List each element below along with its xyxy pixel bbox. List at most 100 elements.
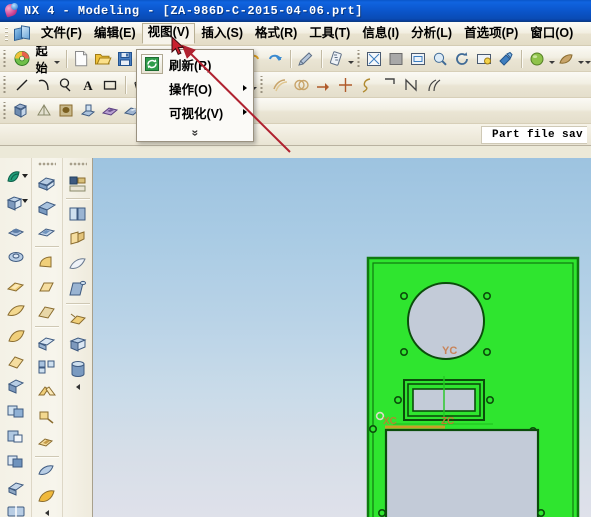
history-icon[interactable] — [65, 251, 91, 276]
start-dropdown-arrow[interactable] — [54, 48, 60, 69]
sketch-tool-dropdown-arrow[interactable] — [21, 174, 28, 178]
revolve-feature-icon[interactable] — [3, 244, 29, 269]
hole-icon[interactable] — [55, 100, 77, 121]
submenu-arrow-visualization[interactable] — [243, 109, 247, 115]
menu-information[interactable]: 信息(I) — [356, 24, 405, 44]
roll-icon[interactable] — [65, 276, 91, 301]
menu-expand-chevron-icon[interactable] — [137, 124, 253, 141]
paint-icon[interactable] — [495, 48, 517, 69]
blend-icon[interactable] — [34, 249, 60, 274]
new-file-icon[interactable] — [70, 48, 92, 69]
menu-insert[interactable]: 插入(S) — [195, 24, 249, 44]
hollow-icon[interactable] — [34, 329, 60, 354]
rotate-icon[interactable] — [451, 48, 473, 69]
save-file-icon[interactable] — [114, 48, 136, 69]
project-icon[interactable] — [312, 74, 334, 95]
bridge-curve-icon[interactable] — [422, 74, 444, 95]
draft-icon[interactable] — [34, 299, 60, 324]
menu-edit[interactable]: 编辑(E) — [88, 24, 142, 44]
start-button[interactable]: 起始 — [10, 44, 62, 75]
toolbar-standard-grip[interactable] — [2, 49, 7, 68]
web-icon[interactable] — [65, 306, 91, 331]
submenu-arrow-operation[interactable] — [243, 85, 247, 91]
sketch-tool-icon[interactable] — [3, 165, 29, 190]
cylinder-icon[interactable] — [65, 356, 91, 381]
datum-plane-icon[interactable] — [3, 190, 29, 215]
resource-column-3-collapse[interactable] — [63, 381, 92, 393]
trim-body-icon[interactable] — [3, 473, 29, 498]
sweep-icon[interactable] — [3, 273, 29, 298]
intersect-icon[interactable] — [290, 74, 312, 95]
datum-plane-dropdown-arrow[interactable] — [21, 199, 28, 203]
taper-icon[interactable] — [3, 348, 29, 373]
toolbar-curve-grip[interactable] — [2, 75, 8, 94]
shade-style-icon[interactable] — [555, 48, 577, 69]
resource-column-2-grip[interactable] — [38, 162, 56, 167]
pan-icon[interactable] — [473, 48, 495, 69]
menu-item-visualization[interactable]: 可视化(V) — [137, 100, 253, 124]
assembly-icon[interactable] — [65, 171, 91, 196]
arc-icon[interactable] — [33, 74, 55, 95]
sketch-pen-icon[interactable] — [295, 48, 317, 69]
offset-face-icon[interactable] — [34, 429, 60, 454]
zoom-window-icon[interactable] — [407, 48, 429, 69]
toolbar-overflow-arrow[interactable] — [584, 48, 591, 69]
pocket-icon[interactable] — [99, 100, 121, 121]
chamfer-icon[interactable] — [34, 274, 60, 299]
block-icon[interactable] — [11, 100, 33, 121]
rectangle-icon[interactable] — [99, 74, 121, 95]
menu-item-operation[interactable]: 操作(O) — [137, 76, 253, 100]
scale-icon[interactable] — [34, 404, 60, 429]
graphics-window[interactable]: YC XC ZC — [93, 158, 591, 517]
measure-dropdown-arrow[interactable] — [348, 48, 355, 69]
resource-column-2-collapse[interactable] — [32, 508, 62, 517]
part-navigator-icon[interactable] — [65, 226, 91, 251]
open-file-icon[interactable] — [92, 48, 114, 69]
toolbar-view-grip[interactable] — [355, 49, 361, 68]
shell-icon[interactable] — [3, 373, 29, 398]
boss-icon[interactable] — [77, 100, 99, 121]
box-icon[interactable] — [65, 331, 91, 356]
unite-icon[interactable] — [3, 398, 29, 423]
render-style-dropdown-arrow[interactable] — [548, 48, 555, 69]
menubar-grip[interactable] — [3, 24, 10, 43]
law-curve-icon[interactable] — [400, 74, 422, 95]
thread-icon[interactable] — [3, 323, 29, 348]
line-icon[interactable] — [11, 74, 33, 95]
sheet-icon[interactable] — [378, 74, 400, 95]
menu-format[interactable]: 格式(R) — [249, 24, 303, 44]
zoom-icon[interactable] — [429, 48, 451, 69]
revolve2-icon[interactable] — [34, 194, 60, 219]
redo-icon[interactable] — [264, 48, 286, 69]
datum-icon[interactable] — [33, 100, 55, 121]
toolbar-curve-grip2[interactable] — [259, 75, 265, 94]
circle-icon[interactable] — [55, 74, 77, 95]
sweep2-icon[interactable] — [34, 219, 60, 244]
shade-style-dropdown-arrow[interactable] — [577, 48, 584, 69]
extrude-feature-icon[interactable] — [3, 219, 29, 244]
graphics-canvas[interactable]: YC XC ZC — [93, 158, 591, 517]
spline-icon[interactable] — [334, 74, 356, 95]
fit-view-icon[interactable] — [363, 48, 385, 69]
subtract-icon[interactable] — [3, 423, 29, 448]
menu-file[interactable]: 文件(F) — [35, 24, 88, 44]
tube-icon[interactable] — [3, 298, 29, 323]
menu-tools[interactable]: 工具(T) — [303, 24, 356, 44]
split-body-icon[interactable] — [3, 498, 29, 517]
text-icon[interactable]: A — [77, 74, 99, 95]
menu-preferences[interactable]: 首选项(P) — [458, 24, 524, 44]
resource-column-3-grip[interactable] — [69, 162, 87, 168]
replace-face-icon[interactable] — [34, 458, 60, 483]
intersect-solid-icon[interactable] — [3, 448, 29, 473]
menu-analysis[interactable]: 分析(L) — [405, 24, 458, 44]
book-icon[interactable] — [65, 201, 91, 226]
shaded-view-icon[interactable] — [385, 48, 407, 69]
menu-window[interactable]: 窗口(O) — [524, 24, 579, 44]
pattern-icon[interactable] — [34, 354, 60, 379]
extrude2-icon[interactable] — [34, 169, 60, 194]
menu-view[interactable]: 视图(V) — [141, 23, 196, 44]
view-dropdown-menu[interactable]: 刷新(R) 操作(O) 可视化(V) — [136, 49, 254, 142]
toolbar-feature-grip[interactable] — [2, 101, 8, 120]
menu-item-refresh[interactable]: 刷新(R) — [137, 52, 253, 76]
move-face-icon[interactable] — [34, 483, 60, 508]
